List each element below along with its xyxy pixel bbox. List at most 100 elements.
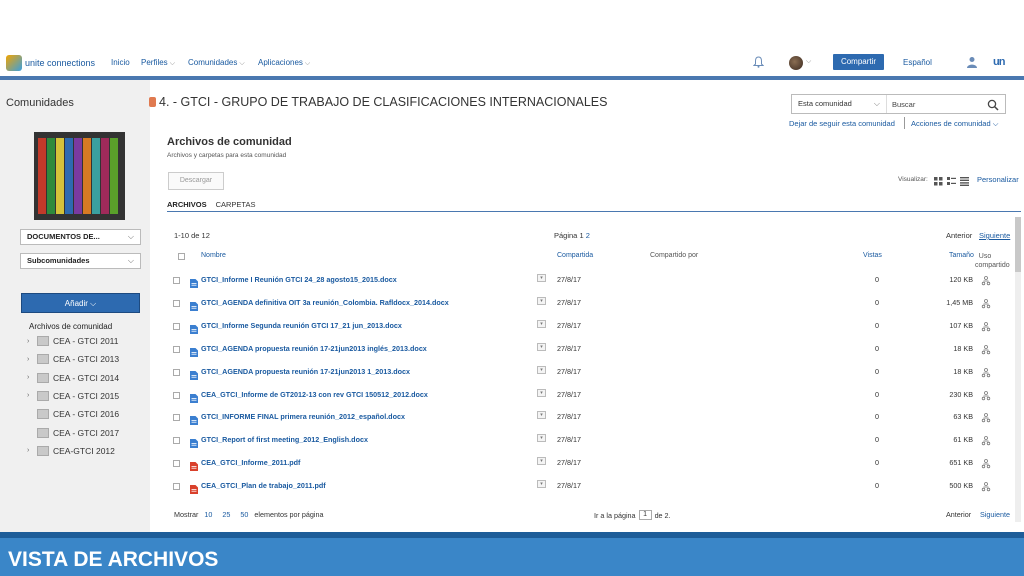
- search-scope-select[interactable]: Esta comunidad ⌵: [792, 95, 887, 113]
- tab-folders[interactable]: CARPETAS: [216, 200, 256, 211]
- nav-communities[interactable]: Comunidades ⌵: [188, 58, 245, 68]
- tab-files[interactable]: ARCHIVOS: [167, 200, 207, 211]
- tree-item[interactable]: › CEA - GTCI 2015: [27, 390, 120, 401]
- row-menu-icon[interactable]: ▾: [537, 319, 546, 328]
- file-name-link[interactable]: CEA_GTCI_Informe_2011.pdf: [201, 458, 300, 467]
- row-checkbox[interactable]: [173, 345, 180, 353]
- file-name-link[interactable]: GTCI_Informe I Reunión GTCI 24_28 agosto…: [201, 275, 397, 284]
- community-actions-menu[interactable]: Acciones de comunidad ⌵: [911, 119, 998, 129]
- tree-item[interactable]: CEA - GTCI 2016: [27, 409, 119, 420]
- shared-users-icon[interactable]: [981, 273, 991, 286]
- row-menu-icon[interactable]: ▾: [537, 296, 546, 305]
- column-name[interactable]: Nombre: [201, 252, 226, 259]
- page-size-10[interactable]: 10: [204, 510, 212, 519]
- details-view-icon[interactable]: [947, 173, 956, 185]
- goto-page-input[interactable]: 1: [638, 510, 652, 520]
- shared-users-icon[interactable]: [981, 342, 991, 354]
- row-checkbox[interactable]: [173, 460, 180, 468]
- shared-users-icon[interactable]: [981, 410, 991, 423]
- row-checkbox[interactable]: [173, 391, 180, 399]
- bell-icon[interactable]: [752, 56, 765, 71]
- next-link[interactable]: Siguiente: [979, 231, 1010, 240]
- stop-following-link[interactable]: Dejar de seguir esta comunidad: [789, 119, 895, 128]
- chevron-right-icon[interactable]: ›: [27, 447, 35, 454]
- page-size-25[interactable]: 25: [222, 510, 230, 519]
- scrollbar-thumb[interactable]: [1015, 217, 1021, 272]
- tree-item[interactable]: CEA - GTCI 2017: [27, 427, 119, 438]
- row-menu-icon[interactable]: ▾: [537, 434, 546, 443]
- row-menu-icon[interactable]: ▾: [537, 411, 546, 420]
- file-size: 61 KB: [953, 435, 973, 445]
- shared-users-icon[interactable]: [981, 456, 991, 469]
- tree-item[interactable]: › CEA - GTCI 2013: [27, 354, 119, 365]
- chevron-down-icon[interactable]: ⌵: [806, 58, 811, 66]
- app-logo[interactable]: unite connections: [6, 55, 95, 71]
- row-menu-icon[interactable]: ▾: [537, 342, 546, 351]
- per-page-label: elementos por página: [254, 510, 324, 519]
- download-button[interactable]: Descargar: [168, 172, 224, 190]
- column-shared[interactable]: Compartida: [557, 252, 593, 259]
- file-name-link[interactable]: GTCI_Report of first meeting_2012_Englis…: [201, 435, 368, 444]
- row-checkbox[interactable]: [173, 277, 180, 284]
- file-name-link[interactable]: GTCI_AGENDA propuesta reunión 17-21jun20…: [201, 344, 427, 353]
- nav-home[interactable]: Inicio: [111, 58, 130, 67]
- search-icon[interactable]: [987, 98, 999, 111]
- previous-link-bottom[interactable]: Anterior: [946, 510, 971, 519]
- tree-item-label: CEA - GTCI 2015: [53, 390, 120, 401]
- column-views[interactable]: Vistas: [863, 252, 882, 259]
- row-menu-icon[interactable]: ▾: [537, 457, 546, 466]
- previous-link[interactable]: Anterior: [946, 231, 972, 240]
- page-size-50[interactable]: 50: [240, 510, 248, 519]
- page-2-link[interactable]: 2: [586, 231, 590, 240]
- chevron-right-icon[interactable]: ›: [27, 374, 35, 381]
- file-name-link[interactable]: GTCI_INFORME FINAL primera reunión_2012_…: [201, 412, 405, 421]
- row-menu-icon[interactable]: ▾: [537, 480, 546, 489]
- nav-applications[interactable]: Aplicaciones ⌵: [258, 58, 310, 68]
- chevron-right-icon[interactable]: ›: [27, 356, 35, 363]
- tree-item[interactable]: › CEA-GTCI 2012: [27, 445, 115, 456]
- nav-applications-label: Aplicaciones: [258, 58, 303, 67]
- show-label: Mostrar: [174, 510, 199, 519]
- column-size[interactable]: Tamaño: [949, 252, 974, 259]
- file-name-link[interactable]: GTCI_AGENDA propuesta reunión 17-21jun20…: [201, 367, 410, 376]
- chevron-right-icon[interactable]: ›: [27, 338, 35, 345]
- shared-users-icon[interactable]: [981, 388, 991, 400]
- next-link-bottom[interactable]: Siguiente: [980, 510, 1010, 519]
- add-button[interactable]: Añadir ⌵: [21, 293, 140, 313]
- tree-item[interactable]: › CEA - GTCI 2011: [27, 336, 119, 346]
- select-all-checkbox[interactable]: [178, 253, 185, 260]
- file-name-link[interactable]: GTCI_Informe Segunda reunión GTCI 17_21 …: [201, 321, 402, 330]
- shared-users-icon[interactable]: [981, 433, 991, 446]
- search-input[interactable]: [889, 95, 979, 113]
- subcommunities-select[interactable]: Subcomunidades ⌵: [20, 253, 141, 269]
- row-checkbox[interactable]: [173, 322, 180, 330]
- results-range: 1-10 de 12: [174, 231, 210, 240]
- grid-view-icon[interactable]: [934, 173, 943, 186]
- row-menu-icon[interactable]: ▾: [537, 388, 546, 397]
- file-name-link[interactable]: CEA_GTCI_Informe de GT2012-13 con rev GT…: [201, 390, 428, 399]
- list-view-icon[interactable]: [960, 173, 969, 186]
- file-name-link[interactable]: CEA_GTCI_Plan de trabajo_2011.pdf: [201, 481, 326, 490]
- shared-users-icon[interactable]: [981, 319, 991, 331]
- nav-profiles[interactable]: Perfiles ⌵: [141, 58, 175, 68]
- user-icon[interactable]: [966, 55, 978, 68]
- shared-users-icon[interactable]: [981, 365, 991, 377]
- avatar[interactable]: [789, 56, 803, 70]
- row-checkbox[interactable]: [173, 483, 180, 491]
- file-name-link[interactable]: GTCI_AGENDA definitiva OIT 3a reunión_Co…: [201, 298, 449, 307]
- chevron-right-icon[interactable]: ›: [27, 392, 35, 399]
- shared-users-icon[interactable]: [981, 479, 991, 492]
- row-menu-icon[interactable]: ▾: [537, 274, 546, 282]
- language-link[interactable]: Español: [903, 58, 932, 67]
- row-checkbox[interactable]: [173, 368, 180, 376]
- row-checkbox[interactable]: [173, 437, 180, 445]
- row-menu-icon[interactable]: ▾: [537, 365, 546, 374]
- personalize-link[interactable]: Personalizar: [977, 175, 1019, 184]
- brand-logo-icon[interactable]: un: [993, 56, 1005, 68]
- share-button[interactable]: Compartir: [833, 54, 884, 70]
- shared-users-icon[interactable]: [981, 296, 991, 309]
- tree-item[interactable]: › CEA - GTCI 2014: [27, 372, 119, 383]
- row-checkbox[interactable]: [173, 299, 180, 307]
- row-checkbox[interactable]: [173, 414, 180, 422]
- documents-select[interactable]: DOCUMENTOS DE... ⌵: [20, 229, 141, 245]
